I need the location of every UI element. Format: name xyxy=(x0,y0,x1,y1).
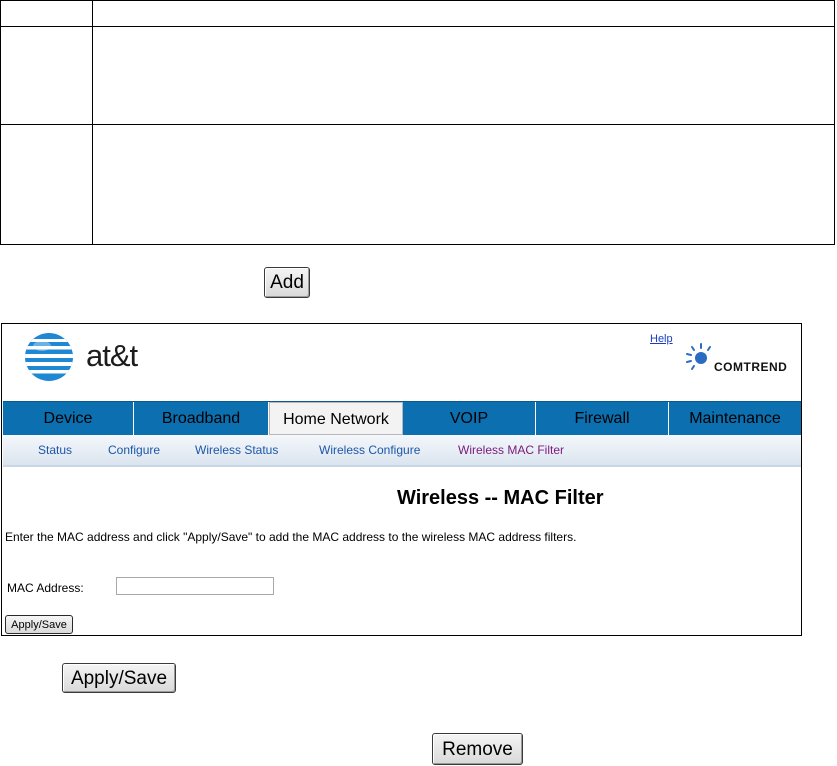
main-nav: Device Broadband Home Network VOIP Firew… xyxy=(3,401,801,435)
remove-button[interactable]: Remove xyxy=(432,733,523,765)
apply-save-button[interactable]: Apply/Save xyxy=(5,615,73,634)
nav-voip[interactable]: VOIP xyxy=(403,402,536,435)
comtrend-brand-text: COMTREND xyxy=(714,360,788,374)
comtrend-logo-icon xyxy=(686,343,711,370)
router-header: at&t Help COMTREND xyxy=(2,324,801,402)
subnav-wireless-status[interactable]: Wireless Status xyxy=(195,443,278,457)
apply-save-button-large[interactable]: Apply/Save xyxy=(62,663,176,693)
subnav-wireless-configure[interactable]: Wireless Configure xyxy=(319,443,420,457)
manual-table xyxy=(0,0,835,245)
table-row-divider xyxy=(1,26,834,27)
nav-broadband[interactable]: Broadband xyxy=(134,402,269,435)
router-screenshot: at&t Help COMTREND Device Broadband Home… xyxy=(1,323,802,636)
nav-firewall[interactable]: Firewall xyxy=(536,402,669,435)
help-link[interactable]: Help xyxy=(650,333,673,345)
instructions-text: Enter the MAC address and click "Apply/S… xyxy=(5,530,577,544)
mac-address-label: MAC Address: xyxy=(7,581,84,595)
subnav-status[interactable]: Status xyxy=(38,443,72,457)
add-button[interactable]: Add xyxy=(264,267,310,298)
att-brand-text: at&t xyxy=(86,338,138,373)
table-row-divider xyxy=(1,124,834,125)
att-globe-icon xyxy=(25,333,73,381)
nav-maintenance[interactable]: Maintenance xyxy=(669,402,801,435)
subnav-wireless-mac-filter[interactable]: Wireless MAC Filter xyxy=(458,443,564,457)
mac-address-input[interactable] xyxy=(116,577,274,595)
nav-device[interactable]: Device xyxy=(3,402,134,435)
nav-home-network[interactable]: Home Network xyxy=(269,402,403,435)
subnav-configure[interactable]: Configure xyxy=(108,443,160,457)
table-column-divider xyxy=(92,1,93,244)
page-title: Wireless -- MAC Filter xyxy=(397,487,604,509)
sub-nav: Status Configure Wireless Status Wireles… xyxy=(3,435,801,467)
